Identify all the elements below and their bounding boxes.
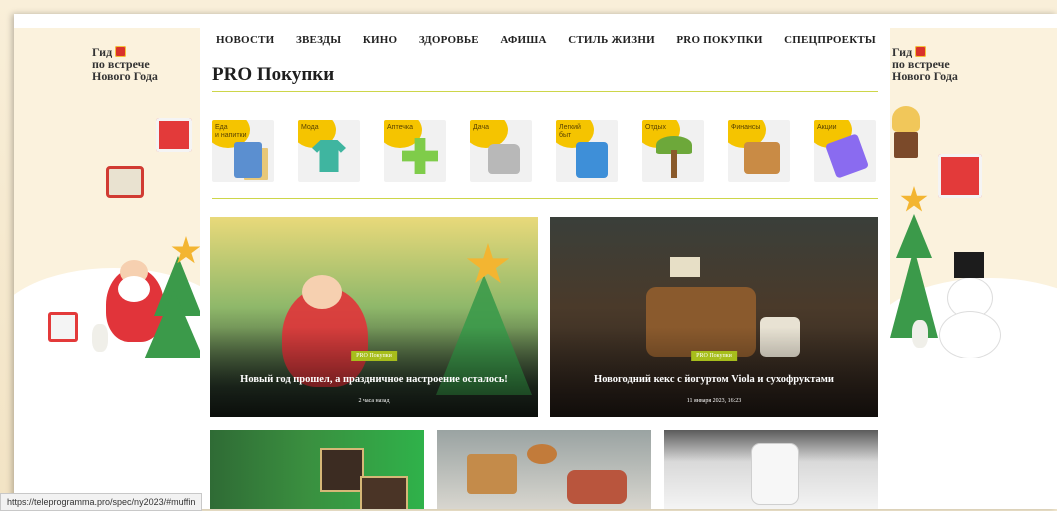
main-content: НОВОСТИ ЗВЕЗДЫ КИНО ЗДОРОВЬЕ АФИША СТИЛЬ… — [200, 14, 890, 509]
wallet-icon — [744, 142, 780, 174]
drum-icon — [106, 166, 144, 198]
gift-box-icon — [938, 154, 982, 198]
nav-item-stars[interactable]: ЗВЕЗДЫ — [296, 34, 341, 54]
board-game-icon — [320, 448, 364, 492]
categories-divider — [212, 198, 878, 199]
category-pharmacy[interactable]: Аптечка — [384, 120, 446, 182]
nav-item-cinema[interactable]: КИНО — [363, 34, 397, 54]
left-holiday-banner[interactable]: Гид по встрече Нового Года — [14, 28, 200, 358]
bunny-icon — [92, 324, 108, 352]
category-label: Дача — [473, 124, 490, 131]
category-finance[interactable]: Финансы — [728, 120, 790, 182]
left-banner-caption: Гид по встрече Нового Года — [92, 46, 158, 82]
category-badge[interactable]: PRO Покупки — [351, 351, 397, 361]
title-divider — [212, 91, 878, 92]
nav-item-health[interactable]: ЗДОРОВЬЕ — [419, 34, 479, 54]
gift-box-white-icon — [48, 312, 78, 342]
gift-icon — [915, 46, 927, 57]
nav-item-special[interactable]: СПЕЦПРОЕКТЫ — [784, 34, 876, 54]
category-home[interactable]: Легкий быт — [556, 120, 618, 182]
category-label: Еда и напитки — [215, 124, 247, 139]
watering-can-icon — [488, 144, 520, 174]
washing-machine-icon — [576, 142, 608, 178]
board-game-box-icon — [360, 476, 408, 509]
santa-face-icon — [302, 275, 342, 309]
category-label: Легкий быт — [559, 124, 581, 139]
tshirt-icon — [312, 140, 346, 172]
category-label: Отдых — [645, 124, 667, 131]
cupcake-icon — [892, 106, 920, 132]
bunny-icon — [912, 320, 928, 348]
star-icon — [900, 186, 928, 212]
nav-item-pro-shopping[interactable]: PRO ПОКУПКИ — [676, 34, 762, 54]
cupcake-base-icon — [894, 132, 918, 158]
top-nav: НОВОСТИ ЗВЕЗДЫ КИНО ЗДОРОВЬЕ АФИША СТИЛЬ… — [216, 34, 876, 54]
bread-icon — [527, 444, 557, 464]
nav-item-lifestyle[interactable]: СТИЛЬ ЖИЗНИ — [568, 34, 655, 54]
article-card-2[interactable] — [437, 430, 651, 509]
category-sales[interactable]: Акции — [814, 120, 876, 182]
food-icon — [234, 142, 262, 178]
category-food[interactable]: Еда и напитки — [212, 120, 274, 182]
gift-icon — [115, 46, 127, 57]
category-row: Еда и напитки Мода Аптечка Дача Легкий б — [212, 120, 878, 182]
nav-item-afisha[interactable]: АФИША — [500, 34, 546, 54]
article-card-1[interactable] — [210, 430, 424, 509]
article-card-3[interactable] — [664, 430, 878, 509]
page-window: Гид по встрече Нового Года Гид по встреч… — [14, 14, 1057, 509]
page-title: PRO Покупки — [212, 64, 335, 85]
palm-trunk-icon — [671, 150, 677, 178]
category-label: Акции — [817, 124, 837, 131]
category-fashion[interactable]: Мода — [298, 120, 360, 182]
air-purifier-icon — [752, 444, 798, 504]
tree-lower-icon — [144, 290, 200, 358]
right-holiday-banner[interactable]: Гид по встрече Нового Года — [890, 28, 1057, 358]
featured-article-1[interactable]: PRO Покупки Новый год прошел, а празднич… — [210, 217, 538, 417]
right-banner-caption: Гид по встрече Нового Года — [892, 46, 958, 82]
featured-date: 2 часа назад — [358, 398, 390, 404]
featured-title[interactable]: Новогодний кекс с йогуртом Viola и сухоф… — [550, 374, 878, 385]
snowman-hat-icon — [954, 252, 984, 278]
right-banner-line3: Нового Года — [892, 69, 958, 83]
featured-date: 11 января 2023, 16:23 — [686, 398, 742, 404]
category-dacha[interactable]: Дача — [470, 120, 532, 182]
left-banner-line3: Нового Года — [92, 69, 158, 83]
snowman-body-icon — [940, 312, 1000, 358]
nav-item-news[interactable]: НОВОСТИ — [216, 34, 274, 54]
meat-plate-icon — [567, 470, 627, 504]
category-badge[interactable]: PRO Покупки — [691, 351, 737, 361]
category-label: Мода — [301, 124, 319, 131]
featured-title[interactable]: Новый год прошел, а праздничное настроен… — [210, 374, 538, 385]
category-rest[interactable]: Отдых — [642, 120, 704, 182]
cheese-icon — [467, 454, 517, 494]
category-label: Финансы — [731, 124, 761, 131]
status-bar-url: https://teleprogramma.pro/spec/ny2023/#m… — [0, 493, 203, 511]
flag-icon — [670, 257, 700, 277]
gift-box-icon — [156, 118, 192, 152]
featured-article-2[interactable]: PRO Покупки Новогодний кекс с йогуртом V… — [550, 217, 878, 417]
category-label: Аптечка — [387, 124, 414, 131]
